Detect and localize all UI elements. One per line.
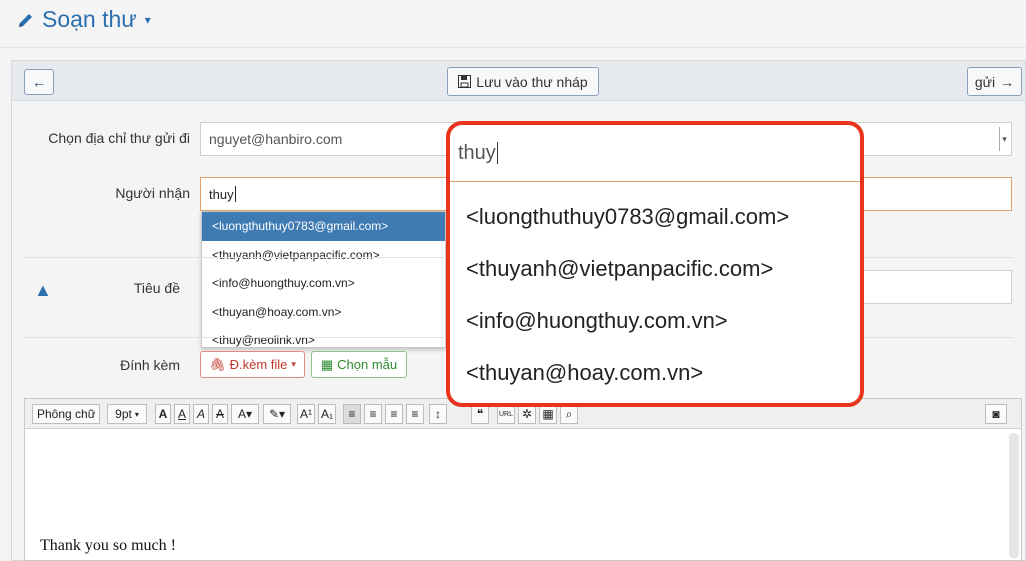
quote-icon[interactable]: ❝ — [471, 404, 489, 424]
line-height-icon[interactable]: ↕ — [429, 404, 447, 424]
attach-file-label: Đ.kèm file — [229, 357, 288, 372]
send-label: gửi — [974, 73, 996, 90]
arrow-right-icon: → — [1000, 73, 1015, 90]
subscript-icon[interactable]: A₁ — [318, 404, 336, 424]
zoomed-query: thuy — [458, 141, 496, 164]
zoomed-suggestion-item: <thuyan@hoay.com.vn> — [466, 360, 704, 385]
table-icon: ▦ — [320, 356, 334, 372]
attach-file-button[interactable]: 🖇 Đ.kèm file ▾ — [200, 351, 305, 378]
strikethrough-icon[interactable]: A — [212, 404, 228, 424]
chevron-down-icon: ▾ — [134, 409, 139, 419]
zoomed-suggestion-item: <thuyanh@vietpanpacific.com> — [466, 256, 774, 281]
suggestion-item[interactable]: <info@huongthuy.com.vn> — [202, 269, 445, 298]
rich-text-editor[interactable]: Phông chữ 9pt ▾ A A A A A▾ ✎▾ A¹ A₁ ≡ ≡ ≡… — [24, 398, 1022, 561]
scrollbar[interactable] — [1009, 433, 1019, 558]
suggestion-item[interactable]: <luongthuthuy0783@gmail.com> — [202, 212, 445, 241]
chevron-down-icon: ▾ — [291, 359, 296, 369]
text-cursor — [496, 142, 498, 164]
justify-icon[interactable]: ≡ — [406, 404, 424, 424]
link-icon[interactable]: URL — [497, 404, 515, 424]
from-value: nguyet@hanbiro.com — [209, 131, 343, 147]
editor-body-text: Thank you so much ! — [40, 537, 176, 554]
zoomed-suggestions-callout: thuy <luongthuthuy0783@gmail.com> <thuya… — [446, 121, 864, 407]
subject-label: Tiêu đề — [133, 280, 180, 296]
search-icon[interactable]: ⌕ — [560, 404, 578, 424]
font-family-select[interactable]: Phông chữ — [32, 404, 100, 424]
bold-icon[interactable]: A — [155, 404, 171, 424]
recipient-suggestions: <luongthuthuy0783@gmail.com> <thuyanh@vi… — [201, 211, 446, 348]
recipient-value: thuy — [209, 186, 234, 202]
align-center-icon[interactable]: ≡ — [364, 404, 382, 424]
save-draft-label: Lưu vào thư nháp — [476, 73, 588, 90]
camera-icon[interactable]: ◙ — [985, 404, 1007, 424]
paperclip-icon: 🖇 — [209, 356, 226, 372]
font-color-icon[interactable]: A▾ — [231, 404, 259, 424]
save-draft-button[interactable]: Lưu vào thư nháp — [447, 67, 599, 96]
choose-template-button[interactable]: ▦ Chọn mẫu — [311, 351, 407, 378]
attachment-label: Đính kèm — [120, 357, 180, 373]
recipient-label: Người nhận — [115, 185, 190, 201]
compose-toolbar: ← Lưu vào thư nháp gửi → — [12, 61, 1025, 101]
text-cursor — [234, 186, 236, 202]
align-left-icon[interactable]: ≡ — [343, 404, 361, 424]
choose-template-label: Chọn mẫu — [337, 357, 398, 372]
from-label: Chọn địa chỉ thư gửi đi — [48, 130, 190, 146]
compose-title-text: Soạn thư — [42, 6, 137, 32]
back-button[interactable]: ← — [24, 69, 54, 95]
page-header: Soạn thư ▾ — [0, 0, 1026, 48]
font-size-select[interactable]: 9pt ▾ — [107, 404, 147, 424]
subject-input[interactable] — [860, 270, 1012, 304]
font-size-value: 9pt — [115, 407, 132, 421]
highlight-color-icon[interactable]: ✎▾ — [263, 404, 291, 424]
pencil-icon — [19, 13, 32, 27]
send-button[interactable]: gửi → — [967, 67, 1022, 96]
floppy-disk-icon — [458, 75, 472, 88]
zoomed-recipient-input: thuy — [450, 125, 860, 182]
align-right-icon[interactable]: ≡ — [385, 404, 403, 424]
chevron-up-icon[interactable]: ▲ — [34, 280, 52, 301]
table-icon[interactable]: ▦ — [539, 404, 557, 424]
superscript-icon[interactable]: A¹ — [297, 404, 315, 424]
compose-title[interactable]: Soạn thư ▾ — [16, 6, 151, 33]
italic-icon[interactable]: A — [193, 404, 209, 424]
zoomed-suggestion-item: <info@huongthuy.com.vn> — [466, 308, 728, 333]
zoomed-suggestion-item: <luongthuthuy0783@gmail.com> — [466, 204, 790, 229]
caret-down-icon: ▾ — [144, 12, 151, 27]
special-char-icon[interactable]: ✲ — [518, 404, 536, 424]
font-family-value: Phông chữ — [37, 407, 95, 421]
arrow-left-icon: ← — [32, 74, 46, 90]
select-arrow-icon: ▾ — [999, 127, 1009, 151]
suggestion-item[interactable]: <thuyan@hoay.com.vn> — [202, 298, 445, 327]
suggestion-item[interactable]: <thuyanh@vietpanpacific.com> — [202, 241, 445, 270]
underline-icon[interactable]: A — [174, 404, 190, 424]
